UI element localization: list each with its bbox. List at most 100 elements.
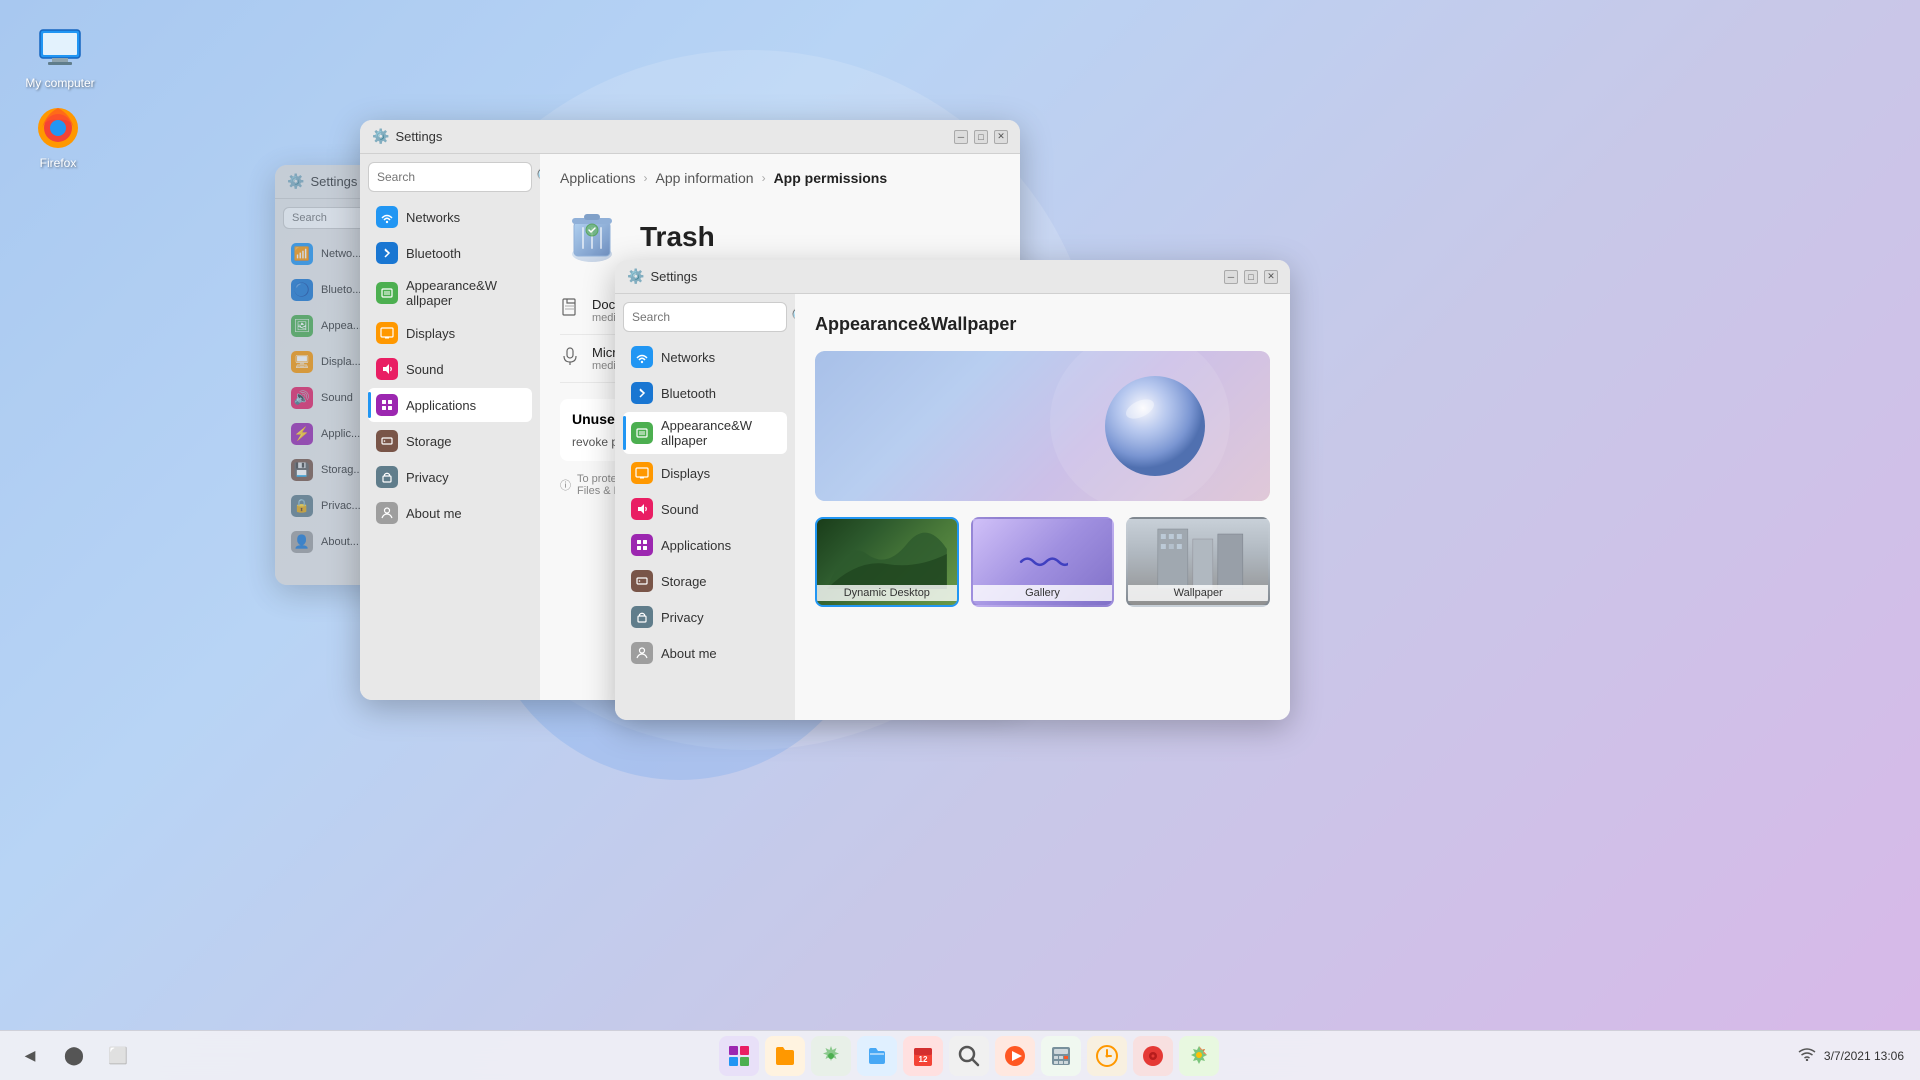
storage-label-mid: Storage [406, 434, 452, 449]
storage-label-back: Storag... [321, 464, 363, 476]
sound-icon-mid [376, 358, 398, 380]
win-front-min[interactable]: ─ [1224, 270, 1238, 284]
taskbar-app-files[interactable] [765, 1036, 805, 1076]
applications-icon-back: ⚡ [291, 423, 313, 445]
thumb-wallpaper-label: Wallpaper [1128, 585, 1268, 601]
taskbar-status: 3/7/2021 13:06 [1798, 1047, 1904, 1064]
storage-icon-mid [376, 430, 398, 452]
app-title: Trash [640, 221, 715, 253]
win-mid-title: Settings [395, 129, 442, 144]
desktop-icon-firefox[interactable]: Firefox [18, 100, 98, 174]
networks-label-front: Networks [661, 350, 715, 365]
sidebar-item-storage-mid[interactable]: Storage [368, 424, 532, 458]
sidebar-item-privacy-mid[interactable]: Privacy [368, 460, 532, 494]
sidebar-item-applications-mid[interactable]: Applications [368, 388, 532, 422]
sidebar-item-privacy-front[interactable]: Privacy [623, 600, 787, 634]
trash-icon-large [560, 202, 624, 271]
nav-recent-button[interactable]: ⬜ [104, 1042, 132, 1070]
thumb-wallpaper[interactable]: Wallpaper [1126, 517, 1270, 607]
taskbar-app-launcher[interactable] [719, 1036, 759, 1076]
applications-icon-mid [376, 394, 398, 416]
computer-icon [36, 24, 84, 72]
nav-back-button[interactable]: ◀ [16, 1042, 44, 1070]
firefox-label: Firefox [40, 156, 77, 170]
taskbar-app-photos[interactable] [1179, 1036, 1219, 1076]
sidebar-item-bluetooth-front[interactable]: Bluetooth [623, 376, 787, 410]
sidebar-item-appearance-front[interactable]: Appearance&W allpaper [623, 412, 787, 454]
aboutme-label-front: About me [661, 646, 717, 661]
aboutme-icon-front [631, 642, 653, 664]
wifi-icon [1798, 1047, 1816, 1064]
win-back-title: Settings [310, 174, 357, 189]
sidebar-item-appearance-mid[interactable]: Appearance&W allpaper [368, 272, 532, 314]
privacy-label-front: Privacy [661, 610, 704, 625]
search-box-mid[interactable]: 🔍 [368, 162, 532, 192]
breadcrumb-applications[interactable]: Applications [560, 170, 636, 186]
titlebar-front: ⚙️ Settings ─ □ ✕ [615, 260, 1290, 294]
aboutme-icon-back: 👤 [291, 531, 313, 553]
bluetooth-icon-back: 🔵 [291, 279, 313, 301]
sidebar-item-displays-front[interactable]: Displays [623, 456, 787, 490]
appearance-label-front: Appearance&W allpaper [661, 418, 779, 448]
taskbar-app-filemanager[interactable] [857, 1036, 897, 1076]
thumb-gallery[interactable]: Gallery [971, 517, 1115, 607]
search-input-front[interactable] [632, 310, 787, 324]
wallpaper-grid: Dynamic Desktop Gallery [815, 517, 1270, 607]
sidebar-item-sound-mid[interactable]: Sound [368, 352, 532, 386]
win-front-title: Settings [650, 269, 697, 284]
taskbar: ◀ ⬤ ⬜ 12 [0, 1030, 1920, 1080]
win-front-close[interactable]: ✕ [1264, 270, 1278, 284]
privacy-icon-back: 🔒 [291, 495, 313, 517]
appearance-content: Appearance&Wallpaper [795, 294, 1290, 720]
sidebar-item-networks-front[interactable]: Networks [623, 340, 787, 374]
taskbar-app-magnifier[interactable] [949, 1036, 989, 1076]
taskbar-app-calendar[interactable]: 12 [903, 1036, 943, 1076]
sidebar-item-storage-front[interactable]: Storage [623, 564, 787, 598]
thumb-dynamic-desktop[interactable]: Dynamic Desktop [815, 517, 959, 607]
thumb-dynamic-label: Dynamic Desktop [817, 585, 957, 601]
bluetooth-icon-front [631, 382, 653, 404]
taskbar-nav: ◀ ⬤ ⬜ [16, 1042, 132, 1070]
privacy-label-back: Privac... [321, 500, 361, 512]
networks-icon-mid [376, 206, 398, 228]
breadcrumb-appinfo[interactable]: App information [656, 170, 754, 186]
displays-label-mid: Displays [406, 326, 455, 341]
bluetooth-label-front: Bluetooth [661, 386, 716, 401]
applications-icon-front [631, 534, 653, 556]
wallpaper-preview-large[interactable] [815, 351, 1270, 501]
nav-home-button[interactable]: ⬤ [60, 1042, 88, 1070]
search-input-mid[interactable] [377, 170, 532, 184]
win-mid-min[interactable]: ─ [954, 130, 968, 144]
breadcrumb-mid: Applications › App information › App per… [540, 154, 1020, 194]
settings-window-front: ⚙️ Settings ─ □ ✕ 🔍 Networks [615, 260, 1290, 720]
win-front-max[interactable]: □ [1244, 270, 1258, 284]
taskbar-apps: 12 [148, 1036, 1790, 1076]
sidebar-item-aboutme-front[interactable]: About me [623, 636, 787, 670]
win-mid-close[interactable]: ✕ [994, 130, 1008, 144]
taskbar-app-clock[interactable] [1087, 1036, 1127, 1076]
sidebar-item-networks-mid[interactable]: Networks [368, 200, 532, 234]
taskbar-app-media[interactable] [995, 1036, 1035, 1076]
datetime: 3/7/2021 13:06 [1824, 1049, 1904, 1063]
desktop-icon-my-computer[interactable]: My computer [20, 20, 100, 94]
taskbar-app-music[interactable] [1133, 1036, 1173, 1076]
networks-icon-front [631, 346, 653, 368]
aboutme-label-back: About... [321, 536, 359, 548]
search-box-front[interactable]: 🔍 [623, 302, 787, 332]
storage-icon-front [631, 570, 653, 592]
win-mid-max[interactable]: □ [974, 130, 988, 144]
sidebar-item-aboutme-mid[interactable]: About me [368, 496, 532, 530]
appearance-title: Appearance&Wallpaper [815, 314, 1270, 335]
chevron-1: › [644, 171, 648, 185]
sound-icon-back: 🔊 [291, 387, 313, 409]
sidebar-item-displays-mid[interactable]: Displays [368, 316, 532, 350]
chevron-2: › [762, 171, 766, 185]
privacy-icon-front [631, 606, 653, 628]
taskbar-app-calculator[interactable] [1041, 1036, 1081, 1076]
aboutme-label-mid: About me [406, 506, 462, 521]
sidebar-item-sound-front[interactable]: Sound [623, 492, 787, 526]
sidebar-item-applications-front[interactable]: Applications [623, 528, 787, 562]
taskbar-app-settings[interactable] [811, 1036, 851, 1076]
sidebar-item-bluetooth-mid[interactable]: Bluetooth [368, 236, 532, 270]
privacy-label-mid: Privacy [406, 470, 449, 485]
